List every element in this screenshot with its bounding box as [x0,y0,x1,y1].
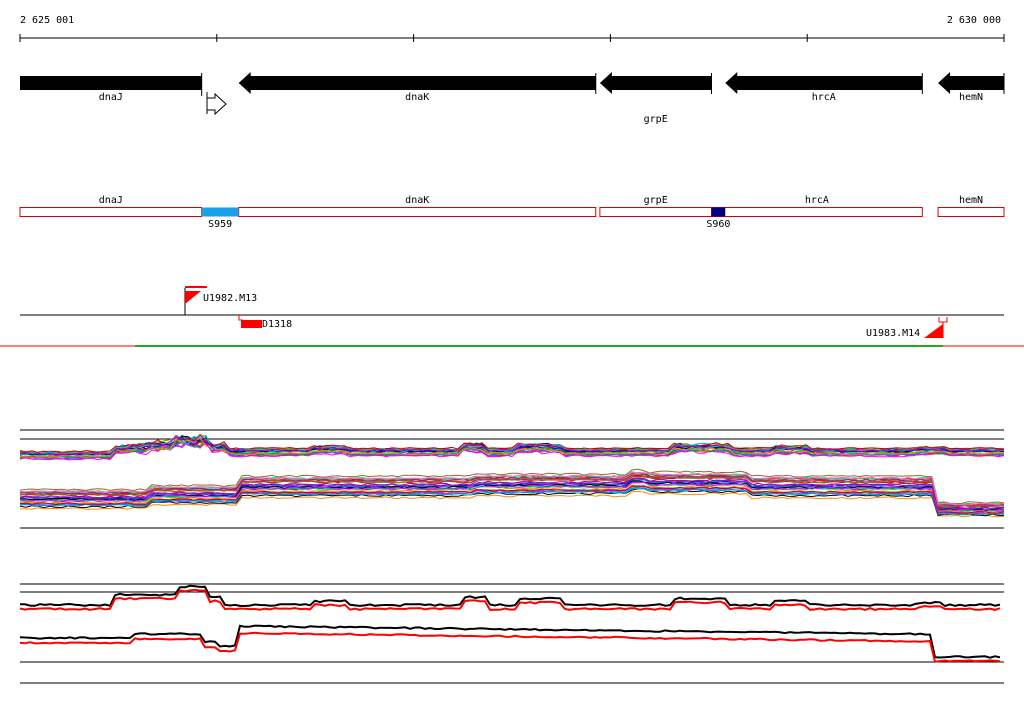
segment-S960[interactable] [711,207,726,217]
gene-arrow-dnaJ[interactable] [20,76,202,90]
gene-track: dnaJ dnaK grpE hrcA hemN [20,72,1005,125]
gene-arrow-dnaK[interactable] [238,72,596,94]
gene-label-dnaJ: dnaJ [99,92,123,103]
expression-trace [19,624,1001,659]
transcript-label-dnaJ: dnaJ [99,195,123,206]
genome-browser: 2 625 001 2 630 000 dnaJ dnaK grpE hrcA hemN… [0,15,1024,684]
ruler-start-label: 2 625 001 [20,15,74,26]
feature-d1318-box[interactable] [241,320,262,328]
gene-label-hemN: hemN [959,92,983,103]
transcript-label-hemN: hemN [959,195,983,206]
gene-label-dnaK: dnaK [405,92,429,103]
segment-label-S960: S960 [706,219,730,230]
gene-arrow-grpE[interactable] [599,72,712,94]
transcript-box-hemN[interactable] [937,207,1005,217]
promoter-arrow-icon[interactable] [206,92,227,116]
coordinate-ruler: 2 625 001 2 630 000 [19,15,1005,42]
transcript-box-dnaJ[interactable] [19,207,203,217]
segment-label-S959: S959 [208,219,232,230]
feature-u1982-label[interactable]: U1982.M13 [203,293,257,304]
transcript-track: dnaJ dnaK grpE hrcA hemN [19,195,1005,217]
transcript-label-grpE: grpE [644,195,668,206]
feature-track: U1982.M13 D1318 U1983.M14 [0,286,1024,347]
feature-d1318-label[interactable]: D1318 [262,319,292,330]
gene-label-hrcA: hrcA [812,92,836,103]
expression-panel-multi [19,429,1005,529]
gene-label-grpE: grpE [644,114,668,125]
expression-trace [20,584,1001,608]
transcript-label-hrcA: hrcA [805,195,829,206]
segment-S959[interactable] [201,207,239,217]
expression-trace [19,631,1001,663]
feature-u1983-label[interactable]: U1983.M14 [866,328,920,339]
transcript-box-hrcA[interactable] [710,207,923,217]
transcript-label-dnaK: dnaK [405,195,429,206]
transcript-box-grpE[interactable] [599,207,712,217]
expression-panel-summary [19,583,1004,684]
flag-icon[interactable] [924,324,943,338]
ruler-end-label: 2 630 000 [947,15,1001,26]
transcript-box-dnaK[interactable] [238,207,597,217]
gene-arrow-hrcA[interactable] [725,72,923,94]
gene-arrow-hemN[interactable] [938,72,1004,94]
flag-icon[interactable] [185,291,201,304]
